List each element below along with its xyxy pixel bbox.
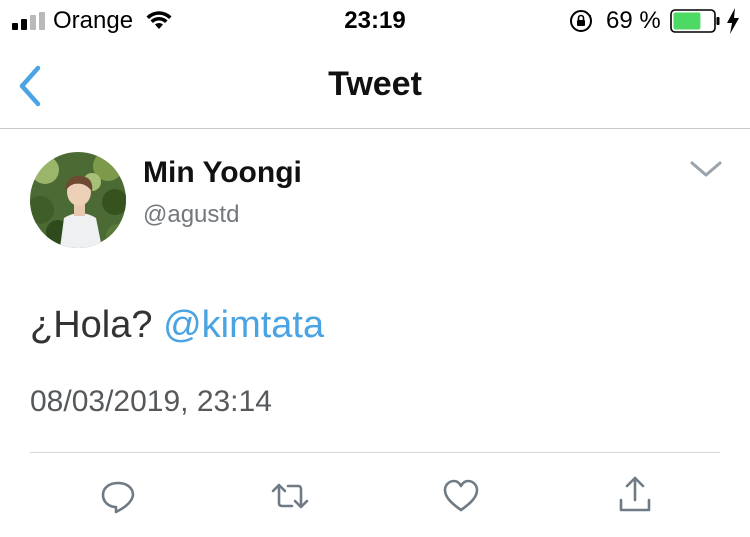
orientation-lock-icon xyxy=(570,10,592,32)
charging-bolt-icon xyxy=(727,8,739,34)
avatar[interactable] xyxy=(30,152,126,248)
battery-icon xyxy=(670,9,720,33)
mention-link[interactable]: @kimtata xyxy=(163,304,324,346)
share-icon xyxy=(619,476,651,512)
reply-button[interactable] xyxy=(98,477,138,515)
profile-photo xyxy=(30,152,126,248)
page-title: Tweet xyxy=(328,65,422,103)
tweet-text: ¿Hola? @kimtata xyxy=(30,304,324,347)
navigation-bar: Tweet xyxy=(0,42,750,129)
heart-icon xyxy=(443,479,479,512)
tweet-timestamp: 08/03/2019, 23:14 xyxy=(30,385,272,418)
user-handle: @agustd xyxy=(143,201,240,228)
like-button[interactable] xyxy=(441,477,481,515)
retweet-icon xyxy=(271,483,309,509)
share-button[interactable] xyxy=(615,474,655,512)
display-name[interactable]: Min Yoongi xyxy=(143,156,302,190)
tweet-detail-screen: Orange 23:19 69 % Tweet Min Yoongi @agus… xyxy=(0,0,750,537)
battery-percentage: 69 % xyxy=(606,7,661,34)
divider xyxy=(30,452,720,453)
retweet-button[interactable] xyxy=(270,477,310,515)
chevron-down-icon xyxy=(690,161,722,177)
tweet-text-plain: ¿Hola? xyxy=(30,304,164,346)
status-bar: Orange 23:19 69 % xyxy=(0,0,750,42)
reply-icon xyxy=(101,481,135,514)
tweet-menu-button[interactable] xyxy=(686,157,726,181)
